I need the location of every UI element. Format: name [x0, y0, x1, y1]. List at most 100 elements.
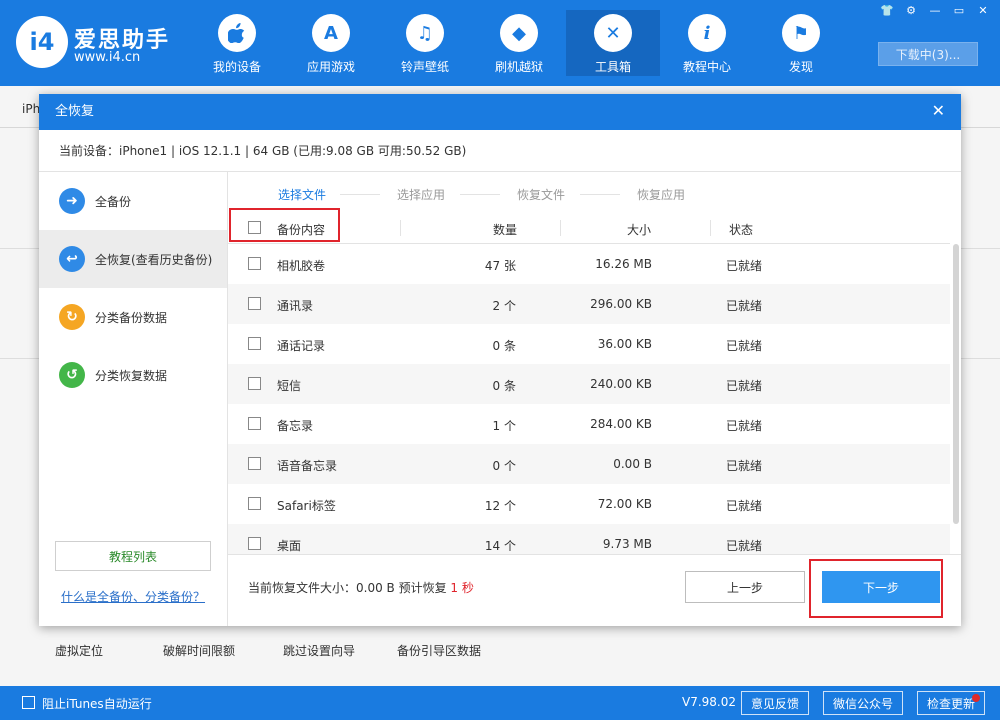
row-status: 已就绪 [726, 259, 763, 273]
step-restore-files: 恢复文件 [517, 188, 566, 202]
nav-discover[interactable]: ⚑ 发现 [754, 10, 848, 76]
dropbox-icon: ◆ [500, 14, 538, 52]
close-icon[interactable]: ✕ [932, 94, 945, 128]
feedback-button[interactable]: 意见反馈 [741, 691, 809, 715]
column-separator [710, 220, 711, 236]
nav-app-games[interactable]: A 应用游戏 [284, 10, 378, 76]
nav-toolbox[interactable]: ✕ 工具箱 [566, 10, 660, 76]
arrow-right-icon: ➜ [59, 188, 85, 214]
nav-label: 教程中心 [682, 60, 731, 74]
sidebar-item-full-backup[interactable]: ➜ 全备份 [39, 172, 227, 230]
row-checkbox[interactable] [248, 417, 261, 430]
category-backup-icon: ↻ [59, 304, 85, 330]
row-name: 语音备忘录 [277, 459, 338, 473]
app-store-icon: A [312, 14, 350, 52]
info-icon: i [688, 14, 726, 52]
table-row[interactable]: 通话记录 0 条 36.00 KB 已就绪 [228, 324, 950, 364]
table-row[interactable]: 语音备忘录 0 个 0.00 B 已就绪 [228, 444, 950, 484]
nav-flash-jailbreak[interactable]: ◆ 刷机越狱 [472, 10, 566, 76]
skin-icon[interactable]: 👕 [878, 4, 896, 18]
check-update-label: 检查更新 [926, 696, 975, 711]
step-connector [460, 194, 500, 195]
sidebar-item-category-backup[interactable]: ↻ 分类备份数据 [39, 288, 227, 346]
row-status: 已就绪 [726, 299, 763, 313]
nav-tutorials[interactable]: i 教程中心 [660, 10, 754, 76]
row-size: 16.26 MB [595, 257, 652, 271]
row-checkbox[interactable] [248, 537, 261, 550]
row-checkbox[interactable] [248, 257, 261, 270]
dialog-sidebar: ➜ 全备份 ↩ 全恢复(查看历史备份) ↻ 分类备份数据 ↺ 分类恢复数据 教程… [39, 172, 228, 626]
row-status: 已就绪 [726, 379, 763, 393]
row-count: 1 个 [492, 419, 516, 433]
header-status: 状态 [729, 223, 754, 237]
list-scrollbar[interactable] [953, 244, 959, 524]
row-count: 0 个 [492, 459, 516, 473]
row-count: 12 个 [484, 499, 516, 513]
step-connector [580, 194, 620, 195]
sidebar-item-category-restore[interactable]: ↺ 分类恢复数据 [39, 346, 227, 404]
row-name: 备忘录 [277, 419, 314, 433]
dialog-main: 选择文件 选择应用 恢复文件 恢复应用 备份内容 数量 大小 状态 相机胶卷 4… [228, 172, 961, 626]
row-size: 0.00 B [613, 457, 652, 471]
row-name: 短信 [277, 379, 302, 393]
row-checkbox[interactable] [248, 297, 261, 310]
settings-icon[interactable]: ⚙ [902, 4, 920, 18]
row-status: 已就绪 [726, 539, 763, 553]
nav-ringtones[interactable]: ♫ 铃声壁纸 [378, 10, 472, 76]
row-size: 36.00 KB [597, 337, 652, 351]
help-link[interactable]: 什么是全备份、分类备份？ [61, 588, 205, 605]
highlight-box [809, 559, 943, 618]
row-name: 通讯录 [277, 299, 314, 313]
row-name: 相机胶卷 [277, 259, 326, 273]
device-info: 当前设备：iPhone1 | iOS 12.1.1 | 64 GB (已用:9.… [39, 130, 961, 172]
row-count: 2 个 [492, 299, 516, 313]
column-separator [560, 220, 561, 236]
flag-icon: ⚑ [782, 14, 820, 52]
notification-dot [972, 694, 980, 702]
download-button[interactable]: 下载中(3)... [878, 42, 978, 66]
version-label: V7.98.02 [682, 695, 737, 709]
sidebar-item-full-restore[interactable]: ↩ 全恢复(查看历史备份) [39, 230, 227, 288]
table-row[interactable]: 相机胶卷 47 张 16.26 MB 已就绪 [228, 244, 950, 284]
row-checkbox[interactable] [248, 457, 261, 470]
nav-my-device[interactable]: 我的设备 [190, 10, 284, 76]
row-status: 已就绪 [726, 459, 763, 473]
header-size: 大小 [627, 223, 652, 237]
dialog-footer: 当前恢复文件大小：0.00 B 预计恢复 1 秒 上一步 下一步 [228, 554, 961, 626]
window-controls: 👕 ⚙ — ▭ ✕ [878, 4, 992, 18]
step-restore-apps: 恢复应用 [637, 188, 686, 202]
step-connector [340, 194, 380, 195]
row-checkbox[interactable] [248, 377, 261, 390]
brand-url: www.i4.cn [74, 50, 141, 65]
maximize-icon[interactable]: ▭ [950, 4, 968, 18]
close-window-icon[interactable]: ✕ [974, 4, 992, 18]
prev-button[interactable]: 上一步 [685, 571, 805, 603]
minimize-icon[interactable]: — [926, 4, 944, 18]
row-name: 桌面 [277, 539, 302, 553]
row-size: 284.00 KB [590, 417, 652, 431]
nav-label: 工具箱 [594, 60, 631, 74]
block-itunes-checkbox[interactable] [22, 696, 35, 709]
step-indicator: 选择文件 选择应用 恢复文件 恢复应用 [228, 172, 961, 212]
block-itunes-label: 阻止iTunes自动运行 [42, 697, 152, 711]
row-status: 已就绪 [726, 419, 763, 433]
dialog-title: 全恢复 [55, 104, 95, 119]
table-row[interactable]: 通讯录 2 个 296.00 KB 已就绪 [228, 284, 950, 324]
tools-icon: ✕ [594, 14, 632, 52]
status-bar: 阻止iTunes自动运行 V7.98.02 意见反馈 微信公众号 检查更新 [0, 686, 1000, 720]
sidebar-item-label: 分类恢复数据 [95, 368, 168, 383]
row-checkbox[interactable] [248, 337, 261, 350]
table-row[interactable]: Safari标签 12 个 72.00 KB 已就绪 [228, 484, 950, 524]
table-row[interactable]: 短信 0 条 240.00 KB 已就绪 [228, 364, 950, 404]
apple-icon [218, 14, 256, 52]
nav-label: 刷机越狱 [494, 60, 543, 74]
row-name: 通话记录 [277, 339, 326, 353]
wechat-button[interactable]: 微信公众号 [823, 691, 903, 715]
tutorial-list-button[interactable]: 教程列表 [55, 541, 211, 571]
table-row[interactable]: 备忘录 1 个 284.00 KB 已就绪 [228, 404, 950, 444]
eta-value: 1 秒 [450, 581, 474, 595]
nav-label: 发现 [788, 60, 813, 74]
row-checkbox[interactable] [248, 497, 261, 510]
check-update-button[interactable]: 检查更新 [917, 691, 985, 715]
sidebar-item-label: 全恢复(查看历史备份) [95, 252, 213, 267]
